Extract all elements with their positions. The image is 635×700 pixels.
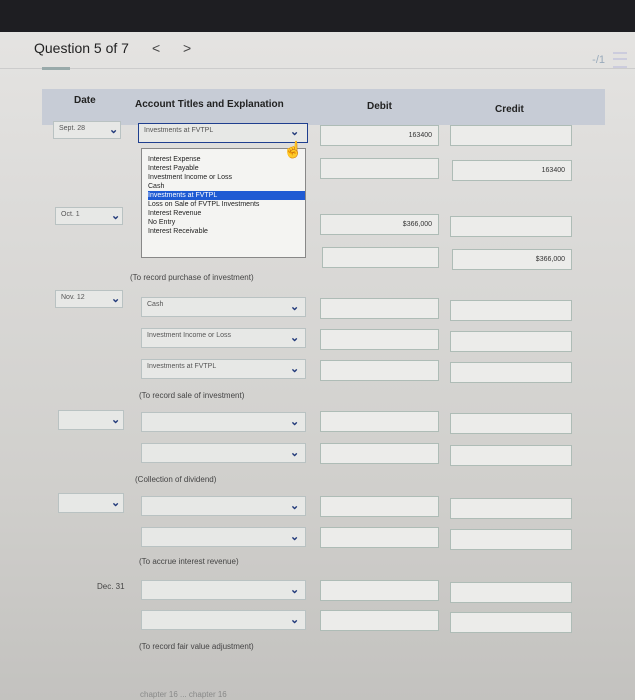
account-select[interactable] xyxy=(141,443,306,463)
account-select[interactable] xyxy=(141,496,306,516)
account-select[interactable]: Cash xyxy=(141,297,306,317)
debit-input[interactable] xyxy=(320,527,439,548)
menu-icon[interactable] xyxy=(613,52,627,68)
explanation-note: (To record sale of investment) xyxy=(139,391,245,400)
credit-input[interactable]: 163400 xyxy=(452,160,572,181)
credit-input[interactable] xyxy=(450,498,572,519)
debit-value: $366,000 xyxy=(402,221,432,228)
chevron-down-icon: ⌄ xyxy=(290,332,300,344)
credit-input[interactable] xyxy=(450,413,572,434)
dropdown-option[interactable]: Interest Payable xyxy=(148,164,305,173)
credit-input[interactable] xyxy=(450,612,572,633)
dropdown-option[interactable]: Interest Expense xyxy=(148,155,305,164)
debit-input[interactable] xyxy=(320,360,439,381)
account-select[interactable] xyxy=(141,412,306,432)
dropdown-option[interactable]: Loss on Sale of FVTPL Investments xyxy=(148,200,305,209)
dropdown-option[interactable]: Interest Receivable xyxy=(148,227,305,236)
cursor-icon: ☝ xyxy=(283,142,303,159)
dropdown-option[interactable]: Cash xyxy=(148,182,305,191)
explanation-note: (To accrue interest revenue) xyxy=(139,557,239,566)
table-header: Date Account Titles and Explanation Debi… xyxy=(42,89,605,125)
chevron-down-icon: ⌄ xyxy=(290,301,300,313)
date-header: Date xyxy=(74,95,96,106)
divider xyxy=(0,68,635,69)
account-select[interactable]: Investments at FVTPL xyxy=(141,359,306,379)
chevron-down-icon: ⌄ xyxy=(290,363,300,375)
debit-input[interactable]: 163400 xyxy=(320,125,439,146)
debit-input[interactable] xyxy=(320,411,439,432)
account-select[interactable] xyxy=(141,610,306,630)
account-dropdown-list[interactable]: Interest Expense Interest Payable Invest… xyxy=(141,148,306,258)
credit-input[interactable] xyxy=(450,362,572,383)
question-title: Question 5 of 7 xyxy=(34,40,129,56)
chevron-down-icon: ⌄ xyxy=(111,497,121,509)
debit-input[interactable]: $366,000 xyxy=(320,214,439,235)
explanation-note: (To record purchase of investment) xyxy=(130,273,254,282)
date-label: Dec. 31 xyxy=(97,582,125,591)
footer-text: chapter 16 ... chapter 16 xyxy=(140,690,227,699)
dropdown-option-selected[interactable]: Investments at FVTPL xyxy=(148,191,305,200)
credit-value: 163400 xyxy=(541,167,565,174)
dropdown-option[interactable]: Interest Revenue xyxy=(148,209,305,218)
account-select[interactable] xyxy=(141,527,306,547)
chevron-down-icon: ⌄ xyxy=(109,124,119,136)
chevron-down-icon: ⌄ xyxy=(290,126,300,138)
chevron-down-icon: ⌄ xyxy=(111,210,121,222)
prev-question-button[interactable]: < xyxy=(152,40,160,56)
debit-input[interactable] xyxy=(320,610,439,631)
next-question-button[interactable]: > xyxy=(183,40,191,56)
debit-input[interactable] xyxy=(322,247,439,268)
credit-header: Credit xyxy=(495,104,524,115)
debit-header: Debit xyxy=(367,101,392,112)
chevron-down-icon: ⌄ xyxy=(111,293,121,305)
chevron-down-icon: ⌄ xyxy=(290,416,300,428)
chevron-down-icon: ⌄ xyxy=(290,531,300,543)
debit-input[interactable] xyxy=(320,329,439,350)
chevron-down-icon: ⌄ xyxy=(290,584,300,596)
credit-input[interactable] xyxy=(450,300,572,321)
credit-input[interactable] xyxy=(450,529,572,550)
explanation-note: (To record fair value adjustment) xyxy=(139,642,254,651)
chevron-down-icon: ⌄ xyxy=(111,414,121,426)
debit-input[interactable] xyxy=(320,443,439,464)
score-label: -/1 xyxy=(592,54,605,66)
debit-input[interactable] xyxy=(320,158,439,179)
credit-input[interactable] xyxy=(450,582,572,603)
chevron-down-icon: ⌄ xyxy=(290,447,300,459)
debit-input[interactable] xyxy=(320,580,439,601)
chevron-down-icon: ⌄ xyxy=(290,614,300,626)
account-select[interactable]: Investment Income or Loss xyxy=(141,328,306,348)
credit-input[interactable] xyxy=(450,445,572,466)
account-header: Account Titles and Explanation xyxy=(135,99,284,110)
credit-input[interactable] xyxy=(450,216,572,237)
dropdown-option[interactable]: No Entry xyxy=(148,218,305,227)
window-top-bar xyxy=(0,0,635,32)
explanation-note: (Collection of dividend) xyxy=(135,475,217,484)
credit-input[interactable]: $366,000 xyxy=(452,249,572,270)
debit-input[interactable] xyxy=(320,298,439,319)
credit-value: $366,000 xyxy=(535,256,565,263)
credit-input[interactable] xyxy=(450,125,572,146)
debit-input[interactable] xyxy=(320,496,439,517)
account-select[interactable] xyxy=(141,580,306,600)
question-underline xyxy=(42,67,70,70)
credit-input[interactable] xyxy=(450,331,572,352)
chevron-down-icon: ⌄ xyxy=(290,500,300,512)
debit-value: 163400 xyxy=(408,132,432,139)
dropdown-option[interactable]: Investment Income or Loss xyxy=(148,173,305,182)
